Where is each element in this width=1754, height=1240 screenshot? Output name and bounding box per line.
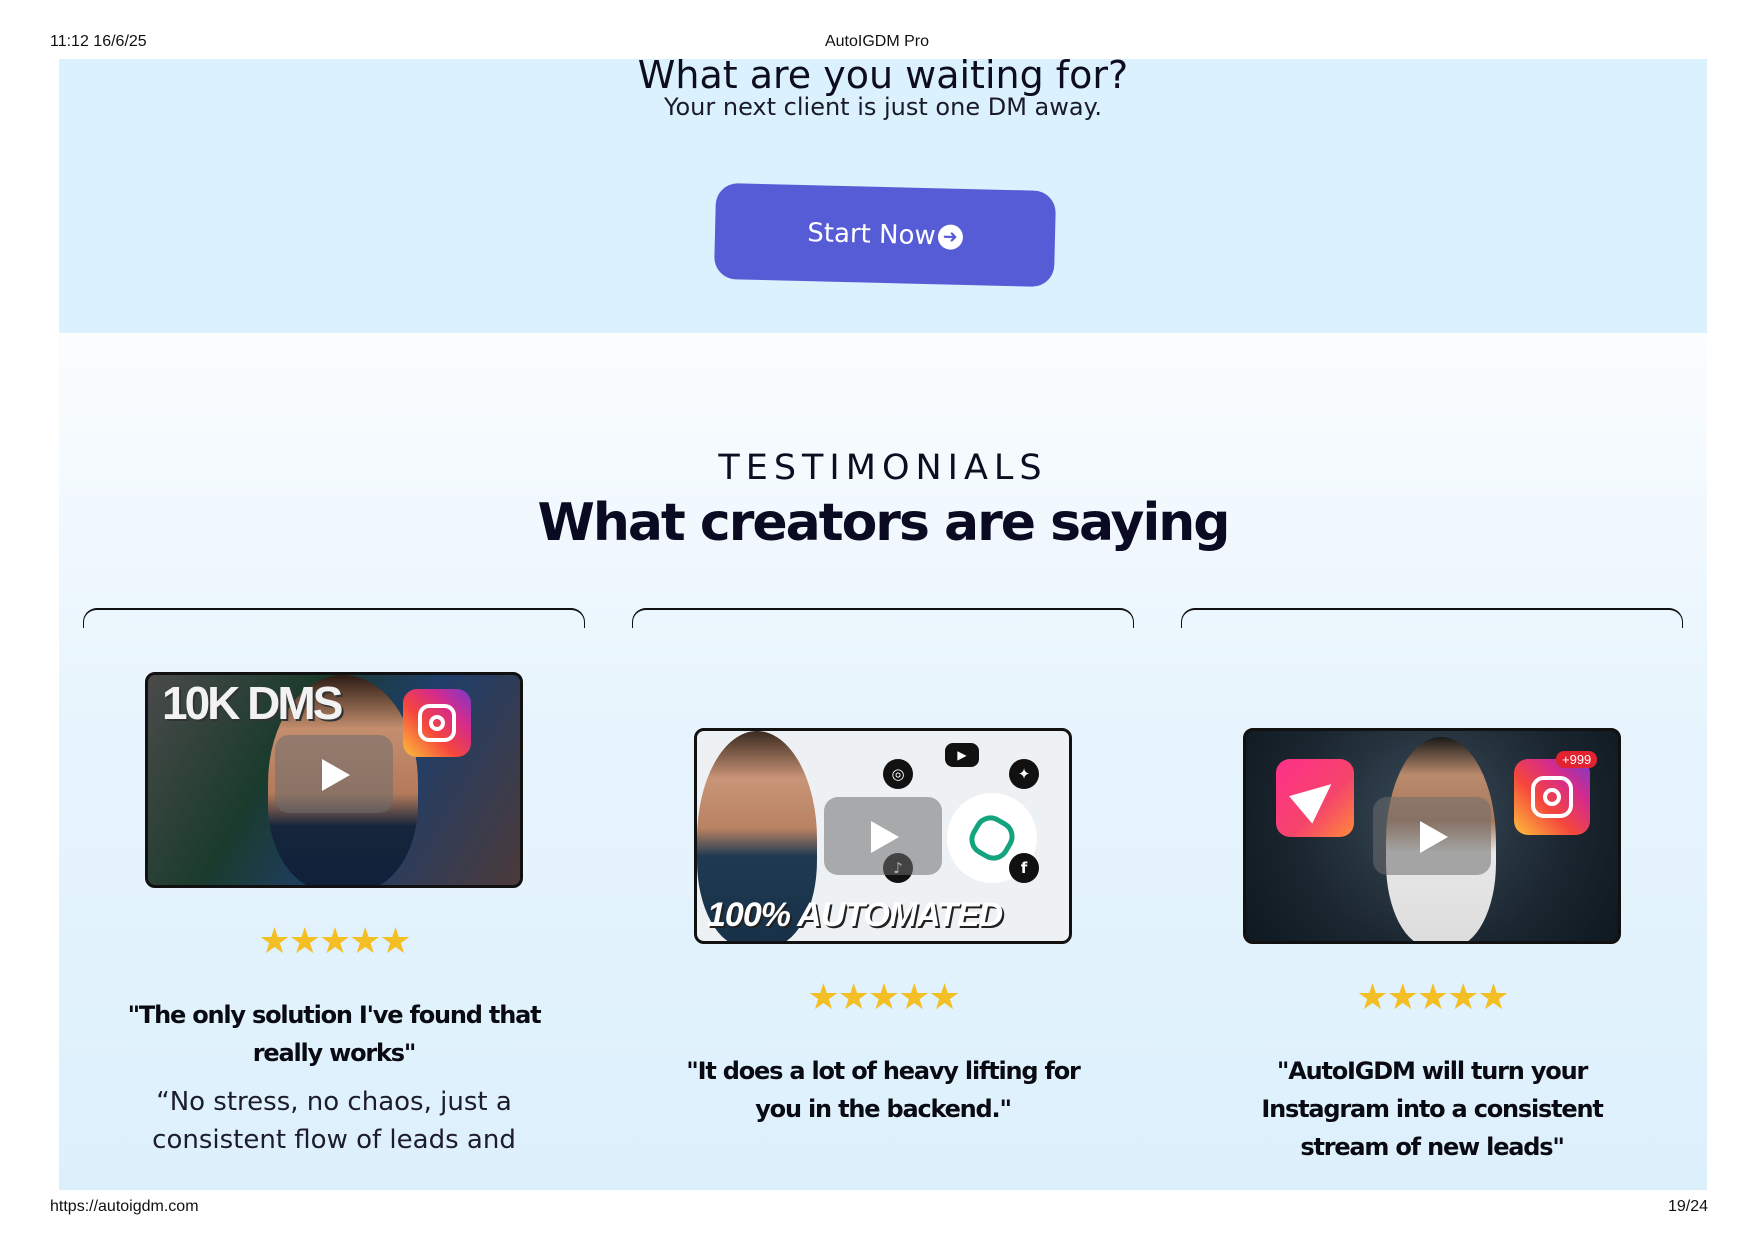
cta-subtitle: Your next client is just one DM away.: [664, 93, 1102, 121]
start-now-button[interactable]: Start Now ➜: [713, 182, 1057, 288]
twitter-icon: ✦: [1009, 759, 1039, 789]
testimonial-quote: "It does a lot of heavy lifting for you …: [686, 1057, 1081, 1123]
thumbnail-text: 100% AUTOMATED: [707, 896, 1003, 934]
thumbnail-text: 10K DMS: [162, 677, 343, 729]
testimonial-body: “No stress, no chaos, just a consistent …: [152, 1087, 516, 1155]
arrow-right-circle-icon: ➜: [937, 223, 963, 250]
print-page-number: 19/24: [1667, 1198, 1708, 1215]
print-page-url: https://autoigdm.com: [50, 1198, 199, 1215]
card-border: [1181, 608, 1683, 628]
send-icon: [1276, 759, 1354, 837]
video-thumbnail[interactable]: +999: [1243, 728, 1621, 944]
cta-title: What are you waiting for?: [637, 59, 1129, 97]
play-icon[interactable]: [824, 797, 942, 875]
facebook-icon: f: [1009, 853, 1039, 883]
testimonial-card: ◎ ▶ ✦ ♪ f 100% AUTOMATED ★★★★★ "It does …: [632, 608, 1134, 1190]
card-border: [632, 608, 1134, 628]
testimonial-card: +999 ★★★★★ "AutoIGDM will turn your Inst…: [1181, 608, 1683, 1190]
card-border: [83, 608, 585, 628]
testimonials-section: TESTIMONIALS What creators are saying 10…: [59, 333, 1707, 1190]
testimonials-headline: What creators are saying: [537, 493, 1230, 553]
testimonial-quote: "AutoIGDM will turn your Instagram into …: [1261, 1057, 1603, 1161]
page-content: What are you waiting for? Your next clie…: [59, 59, 1707, 1190]
testimonial-quote: "The only solution I've found that reall…: [127, 1001, 542, 1067]
youtube-icon: ▶: [945, 743, 979, 767]
play-icon[interactable]: [1373, 797, 1491, 875]
instagram-icon: [403, 689, 471, 757]
instagram-icon: ◎: [883, 759, 913, 789]
video-thumbnail[interactable]: 10K DMS: [145, 672, 523, 888]
cta-section: What are you waiting for? Your next clie…: [59, 59, 1707, 333]
testimonial-card: 10K DMS ★★★★★ "The only solution I've fo…: [83, 608, 585, 1190]
play-icon[interactable]: [275, 735, 393, 813]
start-now-label: Start Now: [806, 218, 937, 252]
notification-badge: +999: [1556, 751, 1598, 768]
video-thumbnail[interactable]: ◎ ▶ ✦ ♪ f 100% AUTOMATED: [694, 728, 1072, 944]
testimonials-kicker: TESTIMONIALS: [718, 448, 1048, 488]
star-rating: ★★★★★: [1356, 977, 1509, 1018]
print-page-title: AutoIGDM Pro: [824, 33, 930, 50]
star-rating: ★★★★★: [258, 921, 411, 962]
instagram-icon: [1514, 759, 1590, 835]
star-rating: ★★★★★: [807, 977, 960, 1018]
